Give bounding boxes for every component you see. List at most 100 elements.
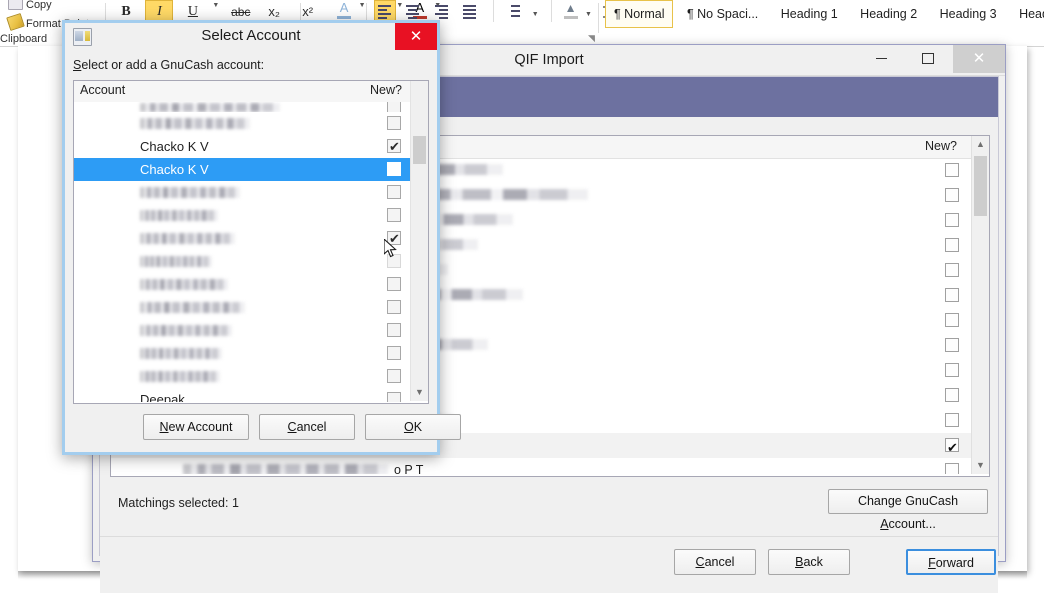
- mouse-cursor: [384, 239, 397, 258]
- line-spacing-button[interactable]: [503, 0, 525, 22]
- new-checkbox[interactable]: [387, 346, 401, 360]
- screen-root: Copy Format Painter Clipboard B I U ▼ ab…: [0, 0, 1044, 601]
- new-checkbox[interactable]: [387, 300, 401, 314]
- qif-list-scrollbar[interactable]: ▲ ▼: [971, 136, 989, 474]
- scroll-down-icon[interactable]: ▼: [972, 457, 989, 474]
- style-heading-4[interactable]: Heading 4: [1010, 0, 1044, 28]
- cancel-button[interactable]: Cancel: [259, 414, 355, 440]
- list-item-selected[interactable]: Chacko K V: [74, 158, 411, 181]
- select-account-dialog: Select Account ✕ Select or add a GnuCash…: [62, 20, 461, 455]
- list-item[interactable]: [74, 250, 411, 273]
- new-checkbox[interactable]: [387, 277, 401, 291]
- scroll-down-icon[interactable]: ▼: [411, 384, 428, 401]
- chevron-down-icon[interactable]: ▼: [212, 2, 219, 9]
- shading-button[interactable]: ▲: [562, 0, 580, 22]
- new-checkbox[interactable]: [387, 392, 401, 402]
- list-item[interactable]: [74, 273, 411, 296]
- chevron-down-icon[interactable]: ▼: [359, 2, 366, 9]
- style-heading-1[interactable]: Heading 1: [772, 0, 847, 28]
- new-checkbox[interactable]: [387, 102, 401, 112]
- clipboard-group-label: Clipboard: [0, 33, 48, 45]
- new-checkbox[interactable]: [945, 163, 959, 177]
- style-heading-2[interactable]: Heading 2: [851, 0, 926, 28]
- new-checkbox[interactable]: [387, 323, 401, 337]
- scroll-up-icon[interactable]: [411, 81, 428, 98]
- new-checkbox[interactable]: [945, 435, 959, 460]
- dialog-instruction: Select or add a GnuCash account:: [73, 58, 265, 72]
- text-effects-button[interactable]: A: [335, 0, 353, 22]
- close-icon[interactable]: ✕: [953, 45, 1005, 73]
- new-checkbox[interactable]: [945, 363, 959, 377]
- align-left-button[interactable]: [374, 0, 396, 22]
- style-normal[interactable]: ¶ Normal: [605, 0, 674, 28]
- shading-color-bar: [563, 16, 578, 19]
- redacted-text: [140, 210, 218, 221]
- column-header-account: Account: [80, 83, 126, 97]
- list-item[interactable]: [74, 204, 411, 227]
- change-gnucash-account-button[interactable]: Change GnuCash Account...: [828, 489, 988, 531]
- list-item[interactable]: [74, 342, 411, 365]
- justify-button[interactable]: [459, 0, 481, 22]
- copy-button[interactable]: Copy: [8, 0, 52, 11]
- style-no-spacing[interactable]: ¶ No Spaci...: [678, 0, 767, 28]
- qif-header-new: New?: [925, 139, 957, 153]
- paintbrush-icon: [6, 13, 25, 31]
- column-header-new: New?: [370, 83, 402, 97]
- new-checkbox[interactable]: [387, 162, 401, 176]
- scroll-up-icon[interactable]: ▲: [972, 136, 989, 153]
- list-item[interactable]: [74, 227, 411, 250]
- redacted-text: [183, 464, 388, 474]
- minimize-icon[interactable]: [860, 45, 902, 73]
- new-checkbox[interactable]: [387, 135, 401, 158]
- new-checkbox[interactable]: [387, 369, 401, 383]
- list-item[interactable]: Deepak: [74, 388, 411, 402]
- align-center-button[interactable]: [402, 0, 424, 22]
- account-list-scrollbar[interactable]: ▼: [410, 81, 428, 401]
- list-item[interactable]: [74, 181, 411, 204]
- chevron-down-icon[interactable]: ▼: [532, 11, 539, 18]
- dialog-title: Select Account: [201, 27, 301, 44]
- new-checkbox[interactable]: [945, 213, 959, 227]
- new-checkbox[interactable]: [945, 238, 959, 252]
- back-button[interactable]: Back: [768, 549, 850, 575]
- redacted-text: [140, 187, 240, 198]
- close-icon[interactable]: ✕: [395, 23, 437, 50]
- new-checkbox[interactable]: [945, 413, 959, 427]
- list-item[interactable]: [74, 112, 411, 135]
- new-checkbox[interactable]: [945, 188, 959, 202]
- list-item[interactable]: Chacko K V: [74, 135, 411, 158]
- list-item[interactable]: [74, 319, 411, 342]
- maximize-icon[interactable]: [907, 45, 949, 73]
- account-path-suffix: o P T: [394, 463, 424, 474]
- scrollbar-thumb[interactable]: [974, 156, 987, 216]
- chevron-down-icon[interactable]: ▼: [585, 11, 592, 18]
- new-checkbox[interactable]: [945, 388, 959, 402]
- new-checkbox[interactable]: [945, 313, 959, 327]
- table-row[interactable]: o P T: [111, 458, 971, 474]
- new-checkbox[interactable]: [387, 208, 401, 222]
- new-checkbox[interactable]: [387, 185, 401, 199]
- new-checkbox[interactable]: [945, 263, 959, 277]
- forward-button[interactable]: Forward: [906, 549, 996, 575]
- list-item[interactable]: [74, 296, 411, 319]
- ribbon-divider: [492, 0, 494, 22]
- new-account-button[interactable]: New Account: [143, 414, 249, 440]
- paragraph-dialog-launcher-icon[interactable]: ◥: [588, 33, 595, 44]
- list-item[interactable]: [74, 365, 411, 388]
- ribbon-divider: [598, 3, 599, 33]
- align-right-button[interactable]: [431, 0, 453, 22]
- redacted-text: [140, 233, 235, 244]
- style-heading-3[interactable]: Heading 3: [931, 0, 1006, 28]
- new-checkbox[interactable]: [945, 288, 959, 302]
- new-checkbox[interactable]: [945, 338, 959, 352]
- cancel-button[interactable]: Cancel: [674, 549, 756, 575]
- list-item[interactable]: [74, 102, 411, 112]
- new-checkbox[interactable]: [387, 116, 401, 130]
- new-checkbox[interactable]: [945, 463, 959, 474]
- text-effects-color-bar: [337, 16, 352, 19]
- scrollbar-thumb[interactable]: [413, 136, 426, 164]
- bucket-icon: ▲: [564, 1, 577, 15]
- dialog-buttons: New Account Cancel OK: [65, 410, 461, 450]
- text-effects-icon: A: [339, 0, 349, 15]
- ok-button[interactable]: OK: [365, 414, 461, 440]
